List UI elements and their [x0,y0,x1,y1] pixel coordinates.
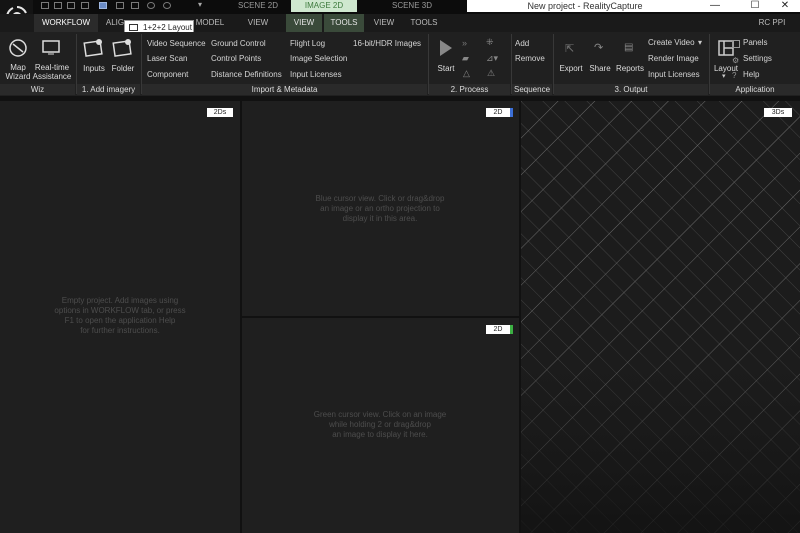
ground-grid [521,101,800,533]
reports-icon: ▤ [624,42,634,53]
input-licenses-output-button[interactable]: Input Licenses [648,69,700,81]
hdr-images-button[interactable]: 16-bit/HDR Images [353,38,421,50]
group-label-wiz: Wiz [0,84,75,95]
panels-button[interactable]: Panels [743,37,767,49]
export-icon: ⇱ [565,43,575,55]
ortho-icon[interactable]: ⊿▾ [486,53,498,64]
align-icon[interactable]: » [462,38,467,48]
tab-view-2[interactable]: VIEW [286,14,322,32]
panel-type-badge[interactable]: 3Ds [764,108,792,117]
tab-tools-1[interactable]: TOOLS [324,14,364,32]
create-video-button[interactable]: Create Video [648,37,695,49]
map-wizard-button[interactable]: Map Wizard [2,63,34,81]
empty-project-hint: Empty project. Add images using options … [54,296,186,335]
simplify-icon[interactable]: △ [463,68,470,79]
realtime-assistance-button[interactable]: Real-time Assistance [32,63,72,81]
start-icon [437,38,455,63]
video-sequence-button[interactable]: Video Sequence [147,38,206,50]
ground-control-button[interactable]: Ground Control [211,38,266,50]
redo-icon[interactable] [163,2,171,9]
close-button[interactable]: ✕ [765,0,800,12]
context-tab-scene3d[interactable]: SCENE 3D [357,0,467,12]
render-image-button[interactable]: Render Image [648,53,699,65]
undo-icon[interactable] [147,2,155,9]
input-licenses-import-button[interactable]: Input Licenses [290,69,342,81]
layout-3-icon[interactable] [67,2,75,9]
start-button[interactable]: Start [432,64,460,73]
panels-icon [732,40,740,48]
minimize-button[interactable]: — [695,0,735,12]
context-tab-image2d[interactable]: IMAGE 2D [291,0,357,12]
image-selection-button[interactable]: Image Selection [290,53,347,65]
sequence-add-button[interactable]: Add [515,38,529,50]
title-spacer [467,0,500,12]
group-label-process: 2. Process [429,84,510,95]
layout-7-icon[interactable] [131,2,139,9]
sequence-remove-button[interactable]: Remove [515,53,545,65]
laser-scan-button[interactable]: Laser Scan [147,53,187,65]
inputs-icon [83,38,105,63]
tab-tools-2[interactable]: TOOLS [404,14,444,32]
layout-4-icon[interactable] [81,2,89,9]
map-wizard-icon [7,38,29,63]
blue-cursor-hint: Blue cursor view. Click or drag&drop an … [315,194,445,223]
layout-tooltip-icon [129,24,138,31]
folder-icon [112,38,134,63]
tab-workflow[interactable]: WORKFLOW [34,14,98,32]
share-button[interactable]: Share [586,64,614,73]
component-button[interactable]: Component [147,69,188,81]
export-button[interactable]: Export [556,64,586,73]
realtime-assistance-icon [40,38,62,63]
inputs-button[interactable]: Inputs [79,64,109,73]
group-label-add-imagery: 1. Add imagery [77,84,140,95]
layout-2-icon[interactable] [54,2,62,9]
folder-button[interactable]: Folder [108,64,138,73]
panel-type-badge[interactable]: 2D [486,325,513,334]
share-icon: ↷ [594,42,604,54]
layout-1-icon[interactable] [41,2,49,9]
tab-model[interactable]: MODEL [190,14,230,32]
group-label-sequence: Sequence [512,84,552,95]
green-cursor-hint: Green cursor view. Click on an image whi… [313,410,447,439]
mesh-icon[interactable]: ⁜ [486,37,494,48]
create-video-dropdown-icon[interactable]: ▾ [698,37,702,49]
tooltip-text: 1+2+2 Layout [143,23,192,32]
texture-icon[interactable]: ▰ [462,53,469,64]
control-points-button[interactable]: Control Points [211,53,261,65]
layout-dropdown-icon[interactable]: ▾ [722,72,726,80]
tab-view-3[interactable]: VIEW [366,14,402,32]
group-label-application: Application [710,84,800,95]
distance-definitions-button[interactable]: Distance Definitions [211,69,282,81]
rc-ppi-label[interactable]: RC PPI [752,14,792,32]
group-label-import: Import & Metadata [142,84,427,95]
tab-view-1[interactable]: VIEW [238,14,278,32]
quick-access-dropdown-icon[interactable]: ▾ [198,0,202,9]
filter-icon[interactable]: ⚠ [487,68,495,79]
layout-122-icon[interactable] [99,2,107,9]
flight-log-button[interactable]: Flight Log [290,38,325,50]
help-button[interactable]: Help [743,69,759,81]
context-tab-scene2d[interactable]: SCENE 2D [225,0,291,12]
help-icon: ? [732,71,737,80]
window-title: New project - RealityCapture [500,0,670,12]
settings-icon: ⚙ [732,56,740,65]
reports-button[interactable]: Reports [614,64,646,73]
panel-type-badge[interactable]: 2Ds [207,108,233,117]
layout-6-icon[interactable] [116,2,124,9]
group-label-output: 3. Output [554,84,708,95]
panel-type-badge[interactable]: 2D [486,108,513,117]
settings-button[interactable]: Settings [743,53,772,65]
scene-3d-view[interactable] [521,101,800,533]
